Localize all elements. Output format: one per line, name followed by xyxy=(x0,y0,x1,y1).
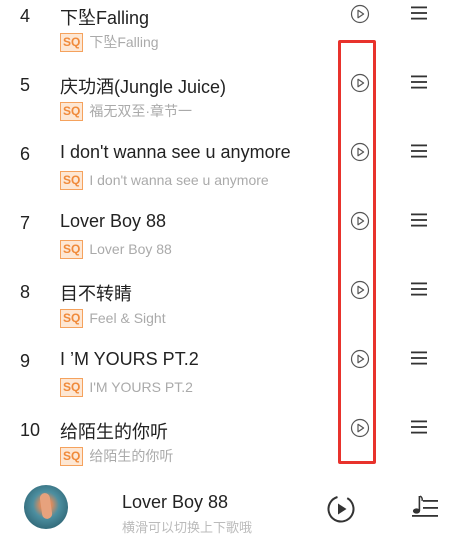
menu-icon[interactable] xyxy=(410,419,428,435)
menu-icon[interactable] xyxy=(410,143,428,159)
song-meta: SQ Lover Boy 88 xyxy=(60,239,172,259)
song-row[interactable]: 6 I don't wanna see u anymore SQ I don't… xyxy=(0,138,459,207)
quality-badge: SQ xyxy=(60,101,84,121)
song-subtitle: I don't wanna see u anymore xyxy=(89,172,269,188)
highlight-box xyxy=(338,40,376,464)
playlist-music-icon[interactable] xyxy=(410,494,440,522)
song-title: Lover Boy 88 xyxy=(60,211,167,231)
song-meta: SQ I don't wanna see u anymore xyxy=(60,170,269,190)
menu-icon[interactable] xyxy=(410,74,428,90)
song-meta: SQ Feel & Sight xyxy=(60,308,166,328)
now-playing-title: Lover Boy 88 xyxy=(122,492,229,512)
quality-badge: SQ xyxy=(60,308,84,328)
cover-art-shape xyxy=(39,492,53,520)
track-number: 7 xyxy=(20,213,31,233)
quality-badge: SQ xyxy=(60,446,84,466)
mini-player[interactable]: Lover Boy 88 横滑可以切换上下歌哦 xyxy=(0,476,459,536)
song-subtitle: 下坠Falling xyxy=(89,34,159,50)
song-subtitle: I'M YOURS PT.2 xyxy=(89,379,193,395)
track-number: 4 xyxy=(20,6,31,26)
track-number: 10 xyxy=(20,420,41,440)
song-meta: SQ 下坠Falling xyxy=(60,32,159,52)
swipe-hint: 横滑可以切换上下歌哦 xyxy=(122,520,253,535)
quality-badge: SQ xyxy=(60,170,84,190)
menu-icon[interactable] xyxy=(410,212,428,228)
song-meta: SQ 福无双至·章节一 xyxy=(60,101,192,121)
song-subtitle: 福无双至·章节一 xyxy=(89,103,193,119)
song-title: 目不转睛 xyxy=(60,284,132,304)
song-row[interactable]: 10 给陌生的你听 SQ 给陌生的你听 xyxy=(0,414,459,483)
song-row[interactable]: 9 I ’M YOURS PT.2 SQ I'M YOURS PT.2 xyxy=(0,345,459,414)
song-row[interactable]: 7 Lover Boy 88 SQ Lover Boy 88 xyxy=(0,207,459,276)
song-title: 给陌生的你听 xyxy=(60,422,168,442)
song-subtitle: Lover Boy 88 xyxy=(89,241,172,257)
track-number: 8 xyxy=(20,282,31,302)
menu-icon[interactable] xyxy=(410,281,428,297)
play-circle-progress-icon[interactable] xyxy=(326,494,356,524)
song-row[interactable]: 4 下坠Falling SQ 下坠Falling xyxy=(0,0,459,69)
quality-badge: SQ xyxy=(60,32,84,52)
song-meta: SQ I'M YOURS PT.2 xyxy=(60,377,193,397)
song-title: I don't wanna see u anymore xyxy=(60,142,291,162)
album-cover[interactable] xyxy=(24,485,68,529)
song-row[interactable]: 5 庆功酒(Jungle Juice) SQ 福无双至·章节一 xyxy=(0,69,459,138)
quality-badge: SQ xyxy=(60,377,84,397)
track-number: 6 xyxy=(20,144,31,164)
menu-icon[interactable] xyxy=(410,350,428,366)
song-subtitle: Feel & Sight xyxy=(89,310,166,326)
song-title: 下坠Falling xyxy=(60,8,150,28)
track-number: 5 xyxy=(20,75,31,95)
quality-badge: SQ xyxy=(60,239,84,259)
song-subtitle: 给陌生的你听 xyxy=(89,448,174,464)
track-number: 9 xyxy=(20,351,31,371)
menu-icon[interactable] xyxy=(410,5,428,21)
song-meta: SQ 给陌生的你听 xyxy=(60,446,173,466)
song-row[interactable]: 8 目不转睛 SQ Feel & Sight xyxy=(0,276,459,345)
song-title: 庆功酒(Jungle Juice) xyxy=(60,77,227,97)
song-title: I ’M YOURS PT.2 xyxy=(60,349,199,369)
play-circle-icon[interactable] xyxy=(350,4,370,24)
